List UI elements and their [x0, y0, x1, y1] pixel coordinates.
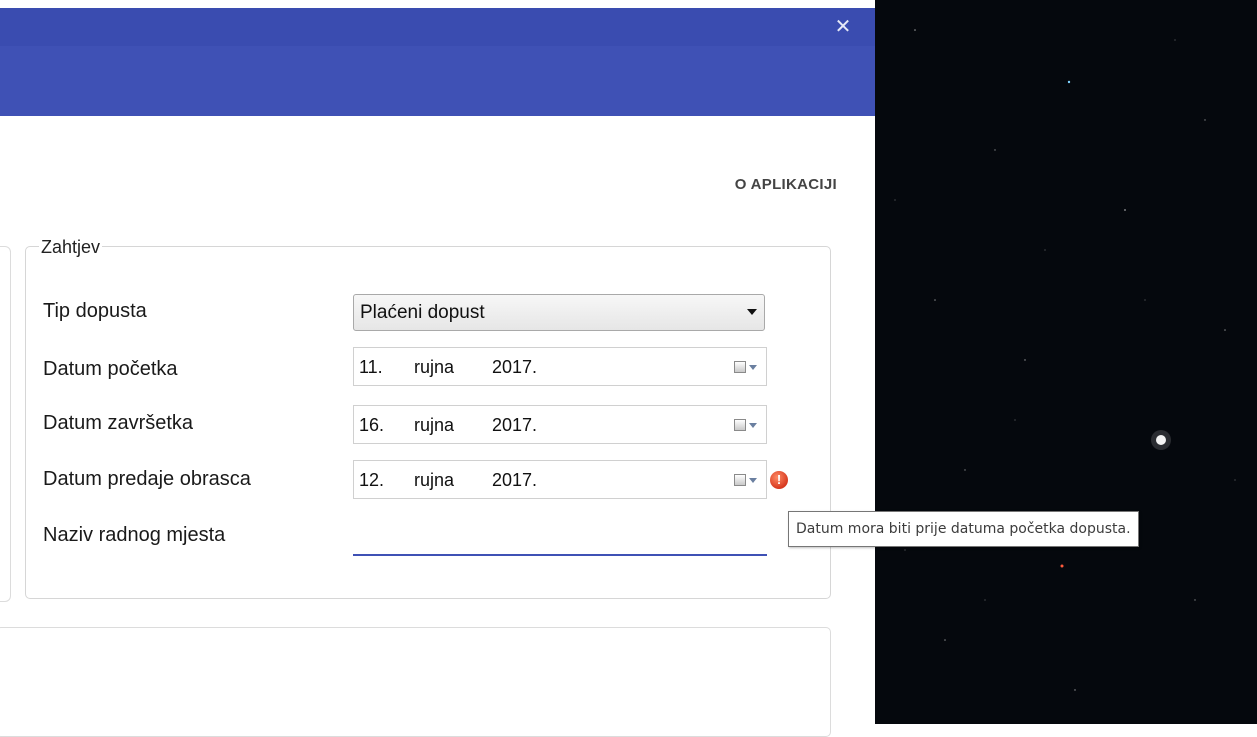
- calendar-icon[interactable]: [734, 419, 746, 431]
- submit-date-day[interactable]: 12.: [359, 470, 384, 491]
- start-date-year[interactable]: 2017.: [492, 357, 537, 378]
- submit-date-year[interactable]: 2017.: [492, 470, 537, 491]
- end-date-year[interactable]: 2017.: [492, 415, 537, 436]
- start-date-day[interactable]: 11.: [359, 357, 383, 378]
- leave-type-label: Tip dopusta: [43, 300, 147, 322]
- fieldset-legend: Zahtjev: [39, 237, 103, 258]
- submit-date-picker[interactable]: 12. rujna 2017.: [353, 460, 767, 499]
- app-window: ✕ O APLIKACIJI Zahtjev Tip dopusta Plaće…: [0, 0, 875, 737]
- error-icon[interactable]: !: [770, 471, 788, 489]
- about-link[interactable]: O APLIKACIJI: [735, 176, 837, 193]
- desktop-background: [875, 0, 1257, 724]
- leave-type-value: Plaćeni dopust: [360, 302, 485, 323]
- calendar-icon[interactable]: [734, 474, 746, 486]
- validation-tooltip: Datum mora biti prije datuma početka dop…: [788, 511, 1139, 547]
- chevron-down-icon[interactable]: [749, 365, 757, 370]
- end-date-month[interactable]: rujna: [414, 415, 454, 436]
- starfield: [894, 29, 1236, 691]
- end-date-picker[interactable]: 16. rujna 2017.: [353, 405, 767, 444]
- start-date-picker[interactable]: 11. rujna 2017.: [353, 347, 767, 386]
- job-title-label: Naziv radnog mjesta: [43, 524, 226, 546]
- end-date-day[interactable]: 16.: [359, 415, 384, 436]
- title-bar: ✕: [0, 8, 875, 46]
- start-date-month[interactable]: rujna: [414, 357, 454, 378]
- start-date-label: Datum početka: [43, 358, 178, 380]
- leave-type-select[interactable]: Plaćeni dopust: [353, 294, 765, 331]
- app-header: [0, 46, 875, 116]
- bottom-card: [0, 627, 831, 737]
- submit-date-label: Datum predaje obrasca: [43, 468, 251, 490]
- submit-date-month[interactable]: rujna: [414, 470, 454, 491]
- calendar-icon[interactable]: [734, 361, 746, 373]
- chevron-down-icon[interactable]: [749, 423, 757, 428]
- job-title-input[interactable]: [353, 520, 767, 556]
- close-button[interactable]: ✕: [831, 14, 855, 38]
- side-card-edge: [0, 246, 11, 602]
- end-date-label: Datum završetka: [43, 412, 194, 434]
- chevron-down-icon[interactable]: [749, 478, 757, 483]
- dropdown-arrow-icon[interactable]: [747, 309, 757, 315]
